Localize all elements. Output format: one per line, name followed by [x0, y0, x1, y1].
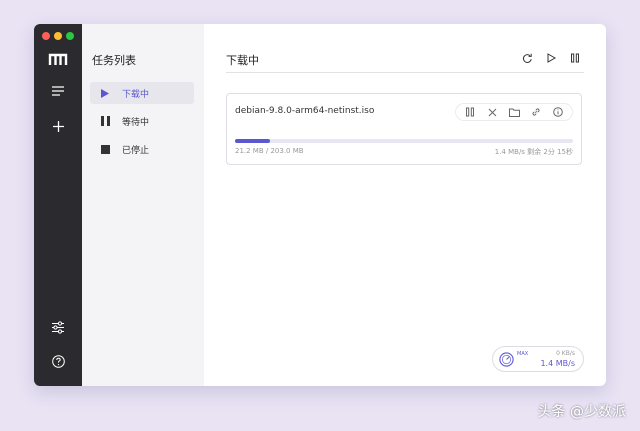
task-filename: debian-9.8.0-arm64-netinst.iso: [235, 106, 375, 116]
copy-link-button[interactable]: [528, 104, 544, 120]
stop-icon: [98, 144, 112, 154]
task-filter-label: 已停止: [122, 145, 150, 156]
app-logo-icon: [48, 53, 68, 65]
folder-icon: [508, 108, 520, 117]
refresh-button[interactable]: [520, 51, 534, 65]
delete-task-button[interactable]: [484, 104, 500, 120]
task-filter-label: 下载中: [122, 89, 150, 100]
task-filter-stopped[interactable]: 已停止: [90, 138, 194, 160]
page-title: 下载中: [226, 54, 259, 67]
task-filter-waiting[interactable]: 等待中: [90, 110, 194, 132]
add-icon: [52, 120, 64, 132]
header-divider: [226, 72, 584, 73]
task-info-button[interactable]: [550, 104, 566, 120]
pause-icon: [466, 107, 475, 117]
task-list-panel: 任务列表 下载中 等待中 已停止: [82, 24, 204, 386]
watermark: 头条 @少数派: [537, 404, 626, 420]
add-task-button[interactable]: [48, 116, 68, 136]
menu-icon[interactable]: [48, 81, 68, 101]
refresh-icon: [522, 53, 532, 63]
speed-limit-label: MAX: [517, 351, 529, 357]
preferences-button[interactable]: [48, 317, 68, 337]
main-content: 下载中 debian-9.8.0-arm64-netinst.iso 21.2 …: [204, 24, 606, 386]
download-task-card[interactable]: debian-9.8.0-arm64-netinst.iso 21.2 MB /…: [226, 93, 582, 165]
link-icon: [532, 108, 540, 116]
close-window-button[interactable]: [42, 32, 50, 40]
pause-icon: [571, 53, 580, 63]
close-icon: [488, 108, 496, 116]
settings-sliders-icon: [52, 320, 64, 334]
task-filter-label: 等待中: [122, 117, 150, 128]
app-window: 任务列表 下载中 等待中 已停止 下载中 debian-9.8.0-arm64-…: [34, 24, 606, 386]
help-icon: [51, 354, 65, 368]
resume-all-button[interactable]: [544, 51, 558, 65]
open-folder-button[interactable]: [506, 104, 522, 120]
speedometer[interactable]: MAX 0 KB/s 1.4 MB/s: [492, 346, 584, 372]
speed-remaining: 1.4 MB/s 剩余 2分 15秒: [494, 148, 573, 156]
pause-task-button[interactable]: [462, 104, 478, 120]
progress-fill: [235, 139, 271, 143]
download-speed: 1.4 MB/s: [540, 359, 575, 368]
progress-bar: [235, 139, 573, 143]
help-button[interactable]: [48, 351, 68, 371]
task-filter-downloading[interactable]: 下载中: [90, 82, 194, 104]
task-actions: [455, 103, 573, 121]
downloaded-size: 21.2 MB / 203.0 MB: [235, 147, 304, 155]
play-icon: [547, 53, 556, 63]
play-icon: [98, 88, 112, 98]
maximize-window-button[interactable]: [66, 32, 74, 40]
header-actions: [520, 51, 582, 65]
speedometer-icon: [499, 352, 514, 367]
info-icon: [553, 107, 563, 117]
minimize-window-button[interactable]: [54, 32, 62, 40]
task-list-title: 任务列表: [92, 54, 136, 67]
dark-sidebar: [34, 24, 82, 386]
upload-speed: 0 KB/s: [556, 350, 575, 357]
pause-icon: [98, 116, 112, 126]
pause-all-button[interactable]: [568, 51, 582, 65]
